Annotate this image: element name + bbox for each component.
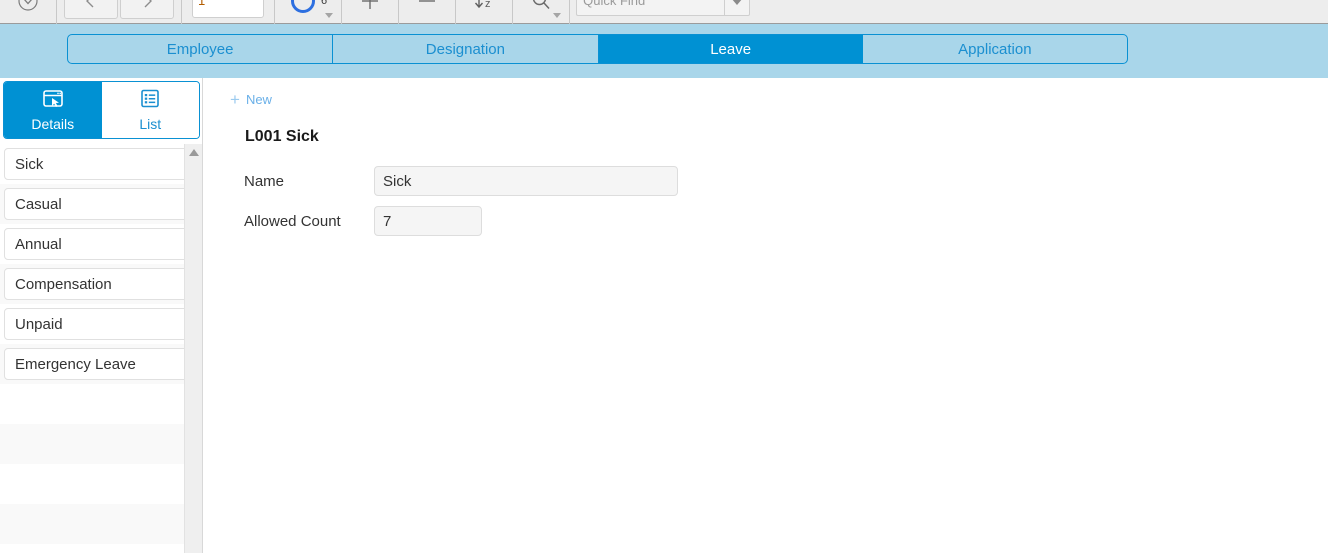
mode-details[interactable]: Details xyxy=(4,82,102,138)
chevron-down-circle-icon[interactable] xyxy=(6,0,50,20)
allowed-count-field[interactable]: 7 xyxy=(374,206,482,236)
search-icon[interactable] xyxy=(519,0,563,20)
mode-list[interactable]: List xyxy=(101,82,199,138)
tab-label: Leave xyxy=(710,40,752,58)
field-label: Allowed Count xyxy=(244,212,341,230)
list-item-label: Annual xyxy=(15,235,62,253)
list-item-empty xyxy=(0,424,202,464)
toolbar-group-count: 6 xyxy=(275,0,343,24)
quick-find-placeholder: Quick Find xyxy=(583,0,646,8)
details-window-icon xyxy=(41,88,65,113)
list-item[interactable]: Compensation xyxy=(0,264,202,304)
left-panel: Details List Sick Casual Annual Compensa… xyxy=(0,78,203,553)
tab-label: Application xyxy=(958,40,1032,58)
list-item-label: Sick xyxy=(15,155,44,173)
list-item-label: Unpaid xyxy=(15,315,63,333)
list-item[interactable]: Casual xyxy=(0,184,202,224)
list-scrollbar[interactable] xyxy=(184,144,202,553)
list-item-empty xyxy=(0,384,202,424)
toolbar-group-search xyxy=(513,0,571,24)
tab-label: Designation xyxy=(425,40,505,58)
list-icon xyxy=(138,88,162,113)
list-item[interactable]: Sick xyxy=(0,144,202,184)
toolbar-group-page: 1 xyxy=(182,0,275,24)
leave-type-list: Sick Casual Annual Compensation Unpaid E xyxy=(0,144,202,553)
list-item-empty xyxy=(0,464,202,504)
list-item-chip[interactable]: Sick xyxy=(4,148,198,180)
top-toolbar: 1 6 z Quick Find xyxy=(0,0,1328,24)
list-item-empty xyxy=(0,504,202,544)
record-title: L001 Sick xyxy=(245,128,319,145)
toolbar-group-quick-find: Quick Find xyxy=(570,0,756,24)
tab-leave[interactable]: Leave xyxy=(598,35,863,63)
toolbar-group-navigation xyxy=(57,0,182,24)
record-count-value: 6 xyxy=(321,0,328,7)
new-record-button[interactable]: + New xyxy=(230,91,272,108)
svg-text:z: z xyxy=(485,0,491,10)
list-item-label: Casual xyxy=(15,195,62,213)
page-number-input[interactable]: 1 xyxy=(192,0,264,18)
toolbar-group-add xyxy=(342,0,400,24)
minus-icon[interactable] xyxy=(405,0,449,20)
list-item-chip[interactable]: Unpaid xyxy=(4,308,198,340)
field-label: Name xyxy=(244,172,285,190)
field-row-name: Name Sick xyxy=(244,166,678,196)
plus-icon: + xyxy=(230,90,240,109)
allowed-count-field-value: 7 xyxy=(383,212,392,230)
tab-designation[interactable]: Designation xyxy=(333,35,599,63)
list-item[interactable]: Unpaid xyxy=(0,304,202,344)
list-item-chip[interactable]: Annual xyxy=(4,228,198,260)
list-item-chip[interactable]: Compensation xyxy=(4,268,198,300)
list-item[interactable]: Annual xyxy=(0,224,202,264)
tab-application[interactable]: Application xyxy=(863,35,1127,63)
list-item-chip[interactable]: Casual xyxy=(4,188,198,220)
tab-label: Employee xyxy=(166,40,234,58)
name-field[interactable]: Sick xyxy=(374,166,678,196)
details-content: + New L001 Sick Name Sick Allowed Count … xyxy=(204,78,1328,553)
list-item-label: Emergency Leave xyxy=(15,355,136,373)
scroll-up-arrow-icon[interactable] xyxy=(185,144,203,160)
new-record-label: New xyxy=(245,92,272,107)
plus-icon[interactable] xyxy=(348,0,392,20)
tab-employee[interactable]: Employee xyxy=(68,35,334,63)
quick-find-dropdown-button[interactable] xyxy=(724,0,751,16)
page-number-value: 1 xyxy=(198,0,206,8)
list-item-label: Compensation xyxy=(15,275,112,293)
forward-arrow-icon[interactable] xyxy=(120,0,174,19)
toolbar-group-expand xyxy=(0,0,57,24)
loading-ring-icon xyxy=(291,0,315,13)
name-field-value: Sick xyxy=(383,172,412,190)
toolbar-group-sort: z xyxy=(456,0,514,24)
back-arrow-icon[interactable] xyxy=(64,0,118,19)
chevron-down-icon[interactable] xyxy=(325,12,334,18)
chevron-down-icon[interactable] xyxy=(553,12,562,18)
tab-strip: Employee Designation Leave Application xyxy=(67,34,1128,64)
list-item-chip[interactable]: Emergency Leave xyxy=(4,348,198,380)
list-item-empty xyxy=(0,544,202,553)
field-row-allowed-count: Allowed Count 7 xyxy=(244,206,482,236)
sort-descending-icon[interactable]: z xyxy=(462,0,506,20)
toolbar-group-remove xyxy=(399,0,457,24)
record-count-indicator[interactable]: 6 xyxy=(281,0,335,24)
tab-bar: Employee Designation Leave Application xyxy=(0,24,1328,78)
mode-label: Details xyxy=(31,116,75,132)
mode-label: List xyxy=(139,116,162,132)
list-item[interactable]: Emergency Leave xyxy=(0,344,202,384)
quick-find-input[interactable]: Quick Find xyxy=(576,0,725,16)
view-mode-switch: Details List xyxy=(3,81,200,139)
